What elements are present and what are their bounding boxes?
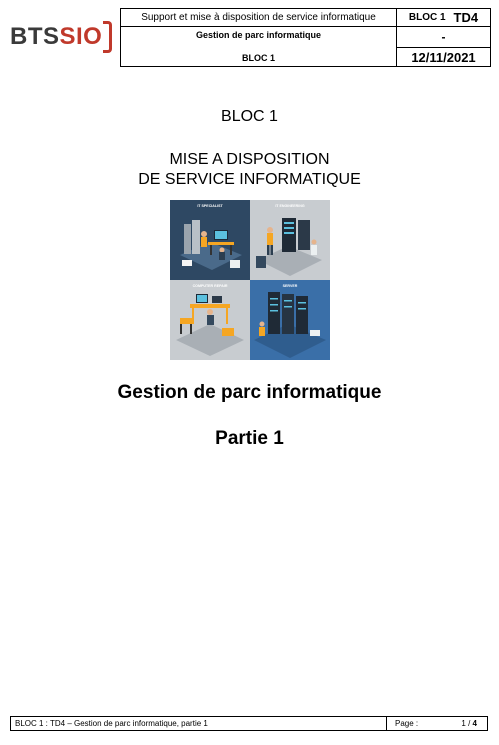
header-date-cell: 12/11/2021 — [396, 47, 491, 67]
header-dash-cell: - — [396, 26, 491, 48]
header-subtitle-cell: Gestion de parc informatique BLOC 1 — [120, 26, 397, 67]
footer-page-total: 4 — [472, 719, 477, 728]
footer-page-current: 1 — [461, 719, 466, 728]
illustration-svg: IT SPECIALIST IT ENGINEERING COMPUTER RE… — [170, 200, 330, 360]
footer-page-number: 1 / 4 — [461, 719, 477, 728]
header-bloc: BLOC 1 — [241, 53, 275, 63]
header-dash: - — [441, 30, 446, 44]
footer-left-cell: BLOC 1 : TD4 – Gestion de parc informati… — [10, 716, 387, 731]
header-subtitle: Gestion de parc informatique — [195, 30, 322, 40]
header-code-td: TD4 — [453, 10, 479, 25]
it-services-illustration: IT SPECIALIST IT ENGINEERING COMPUTER RE… — [170, 200, 330, 360]
header-code-bloc: BLOC 1 — [408, 12, 446, 23]
panel-label-it-specialist: IT SPECIALIST — [197, 204, 223, 208]
bloc-heading: BLOC 1 — [221, 108, 278, 125]
panel-label-computer-repair: COMPUTER REPAIR — [193, 284, 228, 288]
document-title: Gestion de parc informatique — [117, 382, 382, 403]
header-code-cell: BLOC 1 TD4 — [396, 8, 491, 27]
footer-page-sep: / — [468, 719, 471, 728]
logo-sio-text: SIO — [59, 23, 103, 50]
panel-label-it-engineering: IT ENGINEERING — [275, 204, 305, 208]
document-part: Partie 1 — [215, 428, 284, 449]
panel-label-server: SERVER — [283, 284, 298, 288]
bts-sio-logo: BTSSIO — [10, 8, 120, 66]
mise-line-2: DE SERVICE INFORMATIQUE — [138, 171, 361, 188]
header-date: 12/11/2021 — [411, 49, 476, 65]
footer-page-label: Page : — [395, 719, 419, 728]
header-title-cell: Support et mise à disposition de service… — [120, 8, 397, 27]
document-header: BTSSIO Support et mise à disposition de … — [10, 8, 491, 67]
logo-bts-text: BTS — [10, 23, 60, 50]
mise-heading: MISE A DISPOSITION DE SERVICE INFORMATIQ… — [0, 150, 499, 190]
footer-page-cell: Page : 1 / 4 — [386, 716, 488, 731]
document-footer: BLOC 1 : TD4 – Gestion de parc informati… — [10, 716, 488, 731]
footer-left-text: BLOC 1 : TD4 – Gestion de parc informati… — [15, 719, 208, 728]
mise-line-1: MISE A DISPOSITION — [169, 151, 330, 168]
logo-bracket-icon — [103, 21, 113, 53]
header-title: Support et mise à disposition de service… — [141, 12, 376, 23]
